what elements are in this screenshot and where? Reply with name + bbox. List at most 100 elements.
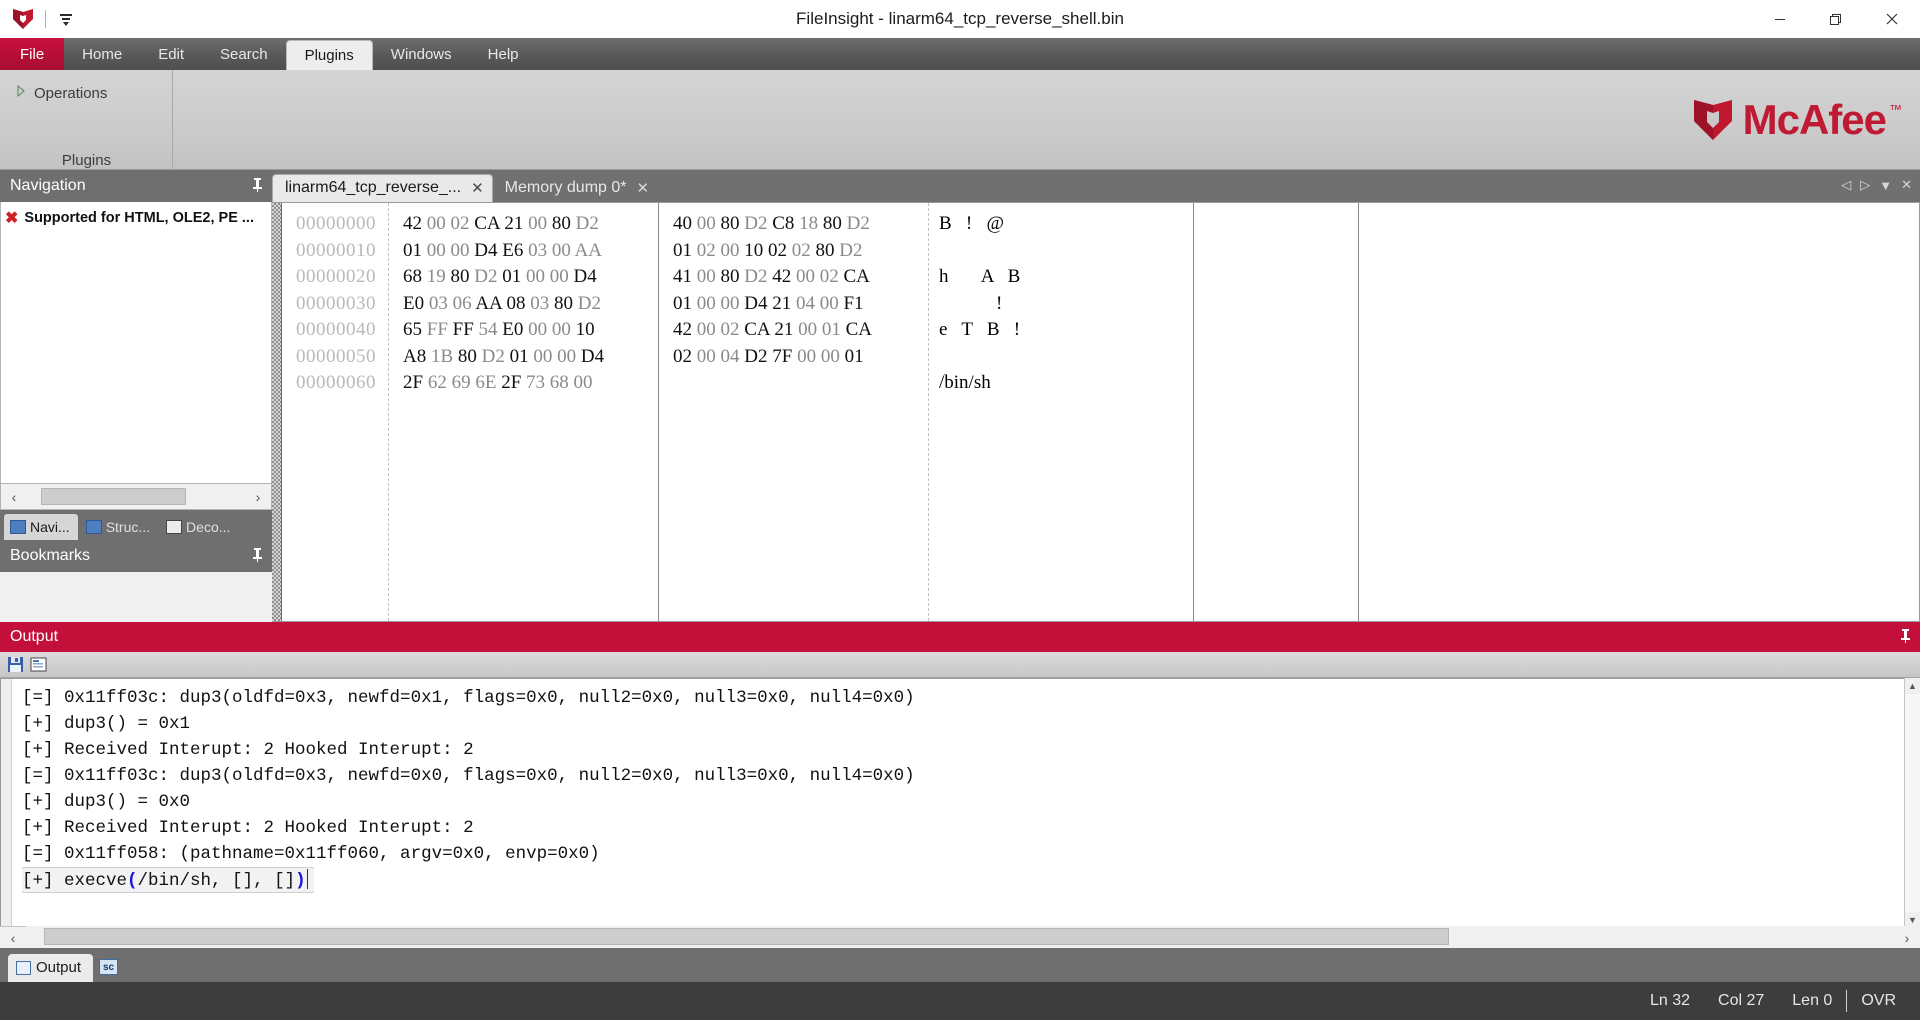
minimize-button[interactable] bbox=[1752, 0, 1808, 38]
bookmarks-panel-title: Bookmarks bbox=[10, 547, 91, 564]
close-icon[interactable]: ✕ bbox=[637, 179, 650, 197]
output-log-line: [+] Received Interupt: 2 Hooked Interupt… bbox=[22, 818, 474, 838]
output-log-area[interactable]: [=] 0x11ff03c: dup3(oldfd=0x3, newfd=0x1… bbox=[0, 678, 1920, 928]
hex-bytes-column-left[interactable]: 42 00 02 CA 21 00 80 D2 01 00 00 D4 E6 03… bbox=[389, 203, 659, 621]
ribbon-tab-strip[interactable]: File Home Edit Search Plugins Windows He… bbox=[0, 38, 1920, 70]
close-tab-icon[interactable]: ✕ bbox=[1901, 177, 1912, 193]
left-dock: Navigation ✖ Supported for HTML, OLE2, P… bbox=[0, 170, 272, 622]
close-button[interactable] bbox=[1864, 0, 1920, 38]
navigation-horizontal-scrollbar[interactable]: ‹ › bbox=[0, 484, 272, 510]
scroll-track[interactable] bbox=[1905, 694, 1920, 912]
hex-byte-group: 42 00 02 CA 21 00 80 D2 bbox=[403, 213, 599, 234]
output-toolbar[interactable] bbox=[0, 652, 1920, 678]
ribbon-tab-file-label: File bbox=[20, 45, 45, 63]
tab-structure[interactable]: Struc... bbox=[80, 514, 158, 540]
ribbon-group-plugins: Operations Plugins bbox=[0, 70, 173, 170]
pin-icon[interactable] bbox=[251, 177, 264, 196]
hex-byte-group: E0 03 06 AA 08 03 80 D2 bbox=[403, 292, 601, 314]
navigation-tab-icon bbox=[10, 519, 26, 534]
scroll-right-arrow-icon[interactable]: › bbox=[1894, 926, 1920, 950]
hex-ascii: B ! @ bbox=[939, 213, 1004, 234]
output-vertical-scrollbar[interactable]: ▲ ▼ bbox=[1904, 678, 1920, 928]
tab-navigation[interactable]: Navi... bbox=[4, 514, 78, 540]
scroll-up-arrow-icon[interactable]: ▲ bbox=[1905, 678, 1920, 694]
ribbon-tab-search-label: Search bbox=[220, 45, 268, 63]
left-dock-tab-strip[interactable]: Navi... Struc... Deco... bbox=[0, 510, 272, 540]
ribbon-tab-help-label: Help bbox=[487, 45, 519, 63]
tab-decoder[interactable]: Deco... bbox=[160, 514, 238, 540]
ribbon-group-title: Plugins bbox=[61, 152, 112, 169]
editor-tab-controls[interactable]: ◁ ▷ ▼ ✕ bbox=[1841, 177, 1912, 193]
navigation-panel-body[interactable]: ✖ Supported for HTML, OLE2, PE ... bbox=[0, 202, 272, 484]
close-icon[interactable]: ✕ bbox=[471, 179, 484, 197]
sc-tab-icon[interactable]: sc bbox=[99, 959, 119, 975]
hex-byte-group: 41 00 80 D2 42 00 02 CA bbox=[673, 266, 870, 287]
hex-editor-view[interactable]: 00000000 00000010 00000020 00000030 00000040… bbox=[272, 202, 1920, 622]
scroll-left-arrow-icon[interactable]: ‹ bbox=[0, 926, 26, 950]
output-log-line: [+] execve(/bin/sh, [], []) bbox=[22, 867, 314, 893]
save-output-icon[interactable] bbox=[7, 656, 24, 673]
ribbon-tab-search[interactable]: Search bbox=[202, 38, 286, 70]
operations-menu-item[interactable]: Operations bbox=[14, 84, 107, 102]
ribbon-tab-file[interactable]: File bbox=[0, 38, 65, 70]
title-bar: FileInsight - linarm64_tcp_reverse_shell… bbox=[0, 0, 1920, 38]
hex-ascii bbox=[939, 344, 1179, 371]
navigation-panel-title: Navigation bbox=[10, 177, 86, 194]
tab-navigation-label: Navi... bbox=[30, 518, 70, 535]
editor-tab-file[interactable]: linarm64_tcp_reverse_... ✕ bbox=[272, 174, 493, 202]
previous-tab-icon[interactable]: ◁ bbox=[1841, 177, 1851, 193]
hex-address: 00000000 bbox=[296, 213, 376, 234]
hex-byte-group: 01 00 00 D4 E6 03 00 AA bbox=[403, 239, 602, 261]
hex-address: 00000050 bbox=[296, 345, 376, 367]
hex-bytes-column-right[interactable]: 40 00 80 D2 C8 18 80 D2 01 02 00 10 02 02… bbox=[659, 203, 929, 621]
editor-tab-strip[interactable]: linarm64_tcp_reverse_... ✕ Memory dump 0… bbox=[272, 170, 1920, 202]
window-controls[interactable] bbox=[1752, 0, 1920, 38]
output-gutter bbox=[1, 679, 12, 927]
clear-output-icon[interactable] bbox=[30, 656, 47, 673]
toolbar-divider bbox=[45, 10, 46, 28]
ribbon-tab-windows-label: Windows bbox=[390, 45, 452, 63]
scroll-right-arrow-icon[interactable]: › bbox=[245, 485, 271, 509]
ribbon-tab-windows[interactable]: Windows bbox=[373, 38, 470, 70]
operations-label: Operations bbox=[34, 84, 108, 102]
hex-grid[interactable]: 00000000 00000010 00000020 00000030 00000040… bbox=[282, 203, 1359, 621]
hex-address-column: 00000000 00000010 00000020 00000030 00000040… bbox=[282, 203, 389, 621]
customize-quick-access-toolbar-icon[interactable] bbox=[55, 8, 77, 30]
list-item[interactable]: ✖ Supported for HTML, OLE2, PE ... bbox=[5, 208, 267, 228]
scroll-thumb[interactable] bbox=[41, 487, 186, 505]
output-log-text[interactable]: [=] 0x11ff03c: dup3(oldfd=0x3, newfd=0x1… bbox=[12, 679, 1919, 927]
scroll-left-arrow-icon[interactable]: ‹ bbox=[1, 485, 27, 509]
status-line-number: Ln 32 bbox=[1649, 992, 1691, 1009]
status-column-number: Col 27 bbox=[1718, 992, 1765, 1009]
output-tab-icon bbox=[16, 960, 31, 975]
mcafee-wordmark: McAfee bbox=[1742, 96, 1887, 143]
output-horizontal-scrollbar[interactable]: ‹ › bbox=[0, 925, 1920, 950]
hex-byte-group: 01 02 00 10 02 02 80 D2 bbox=[673, 239, 863, 261]
output-tab-strip[interactable]: Output sc bbox=[0, 948, 1920, 982]
scroll-track[interactable] bbox=[26, 925, 1920, 950]
ribbon-tab-plugins[interactable]: Plugins bbox=[285, 40, 373, 70]
maximize-button[interactable] bbox=[1808, 0, 1864, 38]
scroll-track[interactable] bbox=[27, 484, 245, 509]
hex-ascii-column[interactable]: B ! @ h A B ! e T B ! /bin/sh bbox=[929, 203, 1194, 621]
ribbon-tab-help[interactable]: Help bbox=[470, 38, 537, 70]
next-tab-icon[interactable]: ▷ bbox=[1860, 177, 1870, 193]
tab-list-icon[interactable]: ▼ bbox=[1879, 178, 1892, 193]
pin-icon[interactable] bbox=[251, 547, 264, 566]
mcafee-shield-brand-icon bbox=[1693, 100, 1732, 140]
tab-output[interactable]: Output bbox=[8, 954, 94, 982]
ribbon-tab-edit-label: Edit bbox=[158, 45, 185, 63]
editor-area: linarm64_tcp_reverse_... ✕ Memory dump 0… bbox=[272, 170, 1920, 622]
tab-decoder-label: Deco... bbox=[186, 518, 231, 535]
scroll-thumb[interactable] bbox=[44, 927, 1449, 945]
output-log-line: [=] 0x11ff03c: dup3(oldfd=0x3, newfd=0x0… bbox=[22, 766, 915, 786]
output-log-line: [+] dup3() = 0x1 bbox=[22, 714, 191, 734]
editor-tab-memory-dump[interactable]: Memory dump 0* ✕ bbox=[493, 174, 657, 202]
ribbon-tab-edit[interactable]: Edit bbox=[140, 38, 202, 70]
status-bar: Ln 32 Col 27 Len 0 OVR bbox=[0, 982, 1920, 1020]
hex-ascii: /bin/sh bbox=[939, 372, 991, 393]
ribbon-tab-home[interactable]: Home bbox=[64, 38, 140, 70]
pin-icon[interactable] bbox=[1899, 628, 1912, 647]
quick-access-toolbar[interactable] bbox=[0, 6, 77, 32]
structure-tab-icon bbox=[85, 519, 102, 534]
